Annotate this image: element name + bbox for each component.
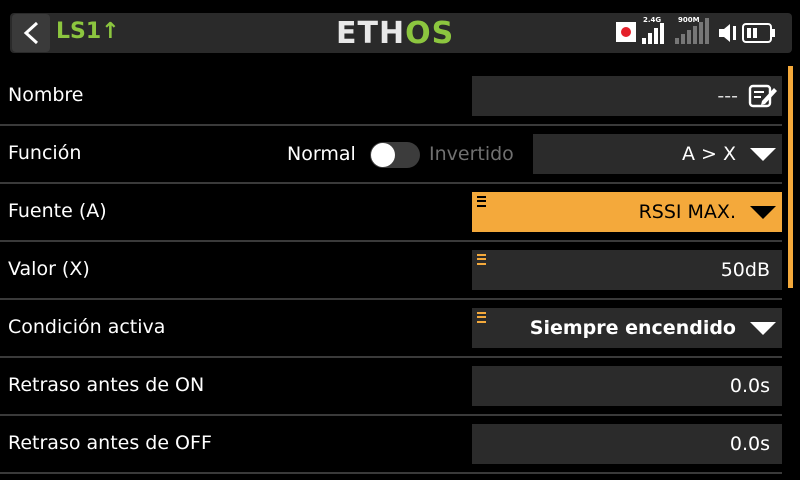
source-menu-icon bbox=[477, 254, 486, 265]
row-condicion: Condición activa Siempre encendido bbox=[0, 298, 782, 358]
valor-value: 50dB bbox=[720, 259, 770, 281]
valor-field[interactable]: 50dB bbox=[472, 250, 782, 290]
back-button[interactable] bbox=[12, 14, 50, 52]
caret-down-icon bbox=[750, 322, 776, 335]
page-title: LS1↑ bbox=[56, 19, 120, 44]
condicion-dropdown[interactable]: Siempre encendido bbox=[472, 308, 782, 348]
nombre-label: Nombre bbox=[8, 84, 84, 106]
valor-label: Valor (X) bbox=[8, 258, 90, 280]
source-menu-icon bbox=[477, 312, 486, 323]
fuente-dropdown[interactable]: RSSI MAX. bbox=[472, 192, 782, 232]
chevron-left-icon bbox=[23, 21, 39, 45]
row-retraso-off: Retraso antes de OFF 0.0s bbox=[0, 414, 782, 474]
retraso-off-value: 0.0s bbox=[729, 433, 770, 455]
ethos-logo: ETHOS bbox=[336, 16, 455, 51]
row-retraso-on: Retraso antes de ON 0.0s bbox=[0, 356, 782, 416]
row-valor: Valor (X) 50dB bbox=[0, 240, 782, 300]
funcion-dropdown[interactable]: A > X bbox=[533, 134, 782, 174]
funcion-label: Función bbox=[8, 142, 82, 164]
battery-icon bbox=[742, 23, 776, 43]
retraso-on-value: 0.0s bbox=[729, 375, 770, 397]
rf-2-4g-signal-icon: 2.4G bbox=[641, 16, 667, 46]
source-menu-icon bbox=[477, 196, 486, 207]
toggle-knob bbox=[371, 143, 395, 167]
settings-list: Nombre --- Función Normal Invertido A > … bbox=[0, 66, 800, 480]
condicion-label: Condición activa bbox=[8, 316, 166, 338]
retraso-on-label: Retraso antes de ON bbox=[8, 374, 205, 396]
row-funcion: Función Normal Invertido A > X bbox=[0, 124, 782, 184]
row-nombre: Nombre --- bbox=[0, 66, 782, 126]
caret-down-icon bbox=[750, 206, 776, 219]
toggle-normal-label: Normal bbox=[287, 143, 356, 165]
scrollbar[interactable] bbox=[788, 66, 793, 288]
retraso-off-field[interactable]: 0.0s bbox=[472, 424, 782, 464]
retraso-off-label: Retraso antes de OFF bbox=[8, 432, 212, 454]
nombre-field[interactable]: --- bbox=[472, 76, 782, 116]
row-fuente: Fuente (A) RSSI MAX. bbox=[0, 182, 782, 242]
fuente-value: RSSI MAX. bbox=[638, 201, 736, 223]
function-toggle-group: Normal Invertido bbox=[287, 134, 527, 174]
retraso-on-field[interactable]: 0.0s bbox=[472, 366, 782, 406]
rf-900m-signal-icon: 900M bbox=[674, 16, 714, 46]
invert-toggle[interactable] bbox=[370, 142, 420, 168]
status-area: 2.4G 900M bbox=[612, 16, 792, 48]
condicion-value: Siempre encendido bbox=[529, 317, 736, 339]
nombre-value: --- bbox=[717, 85, 738, 107]
fuente-label: Fuente (A) bbox=[8, 200, 107, 222]
caret-down-icon bbox=[750, 148, 776, 161]
funcion-value: A > X bbox=[681, 143, 736, 165]
toggle-inverted-label: Invertido bbox=[429, 143, 514, 165]
top-bar: LS1↑ ETHOS 2.4G 900M bbox=[0, 0, 800, 62]
edit-icon[interactable] bbox=[748, 82, 778, 110]
record-icon[interactable] bbox=[616, 22, 636, 42]
volume-mute-icon[interactable] bbox=[717, 22, 739, 44]
